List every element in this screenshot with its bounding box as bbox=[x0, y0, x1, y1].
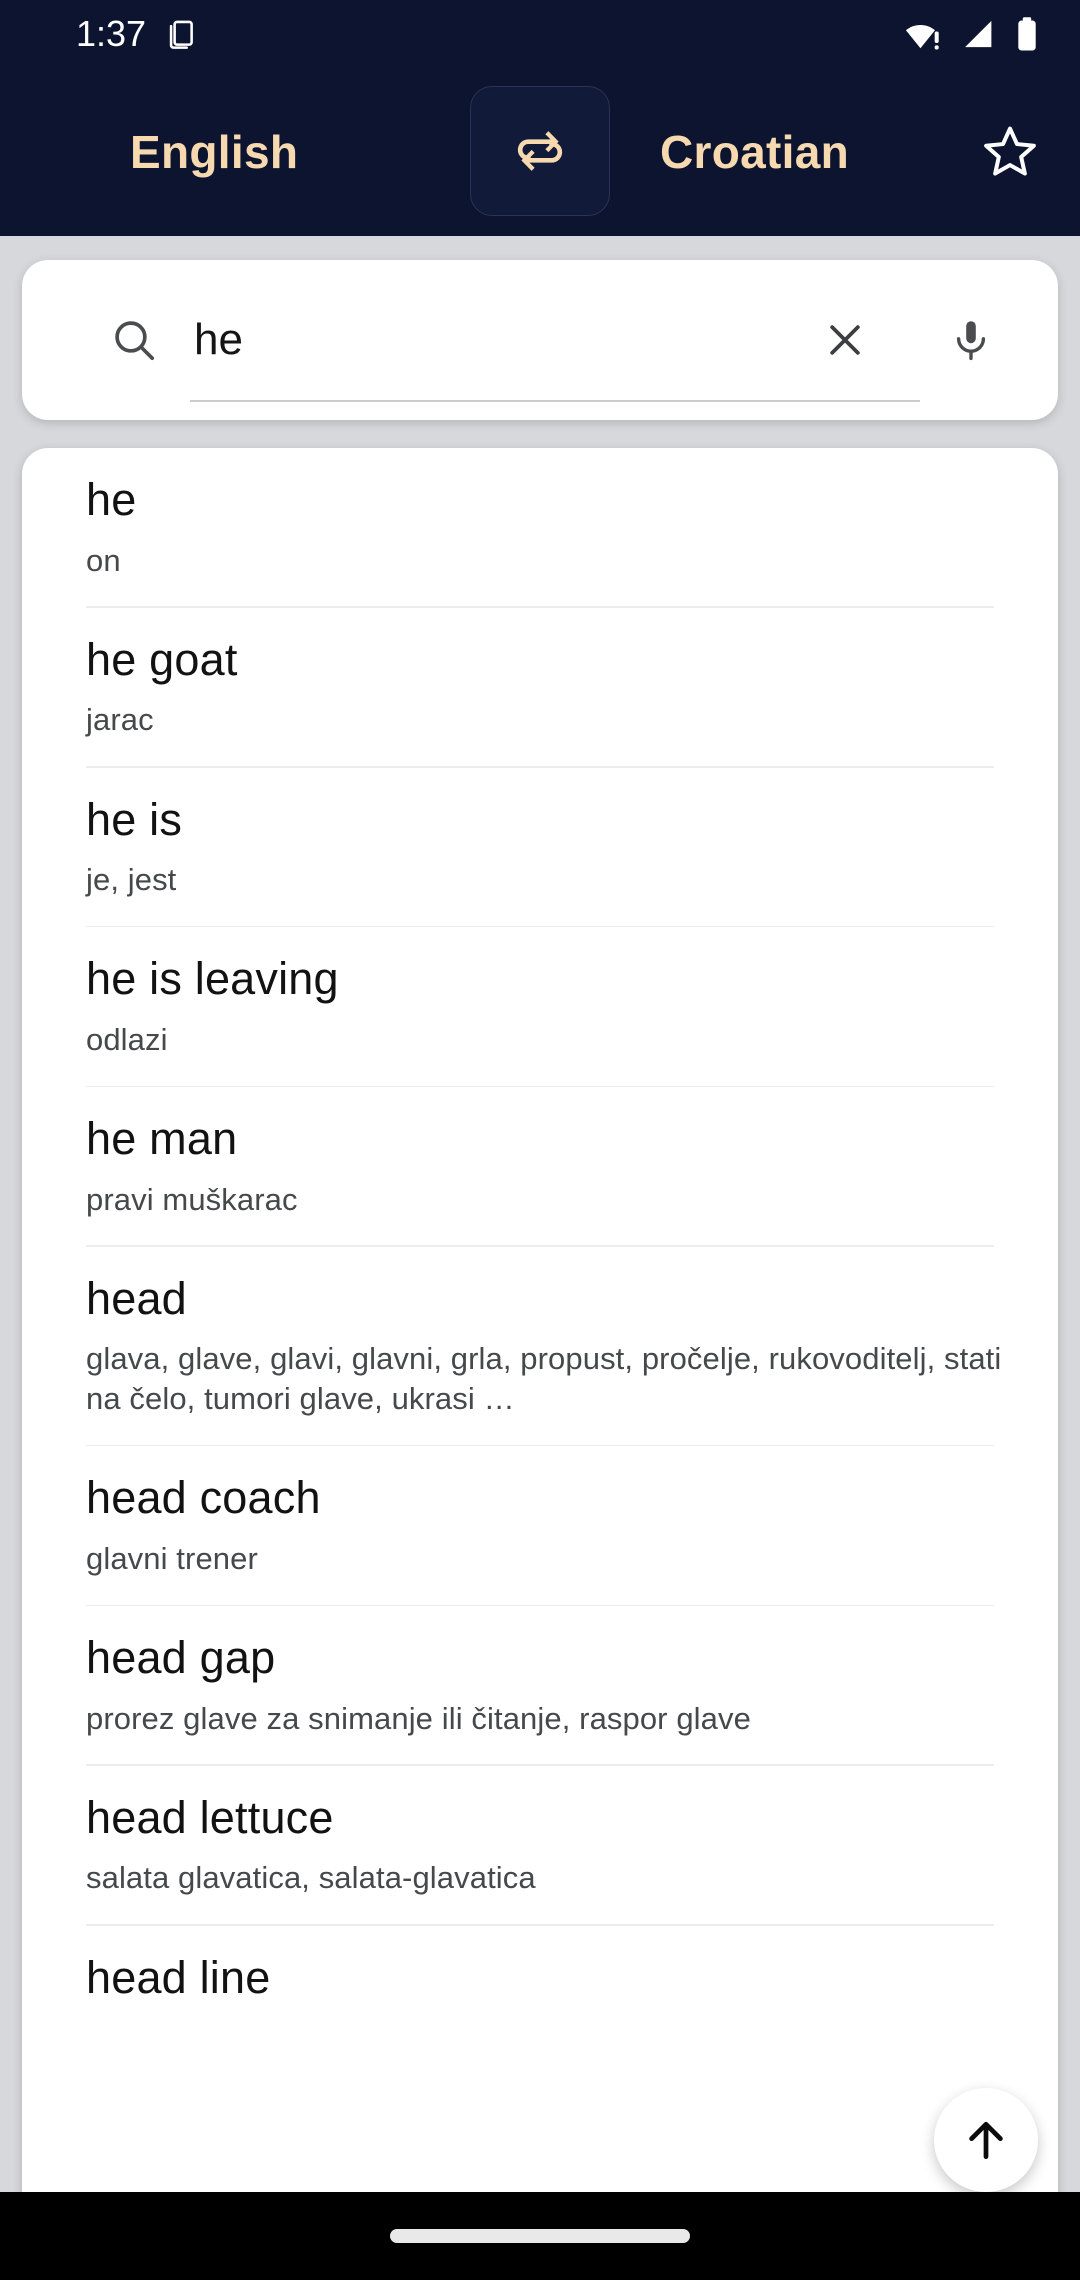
result-definition: jarac bbox=[86, 702, 154, 738]
result-definition: on bbox=[86, 542, 121, 578]
arrow-up-icon bbox=[959, 2113, 1013, 2167]
result-term: head gap bbox=[86, 1632, 276, 1684]
status-bar-clock: 1:37 bbox=[76, 13, 147, 54]
list-item[interactable]: head glava, glave, glavi, glavni, grla, … bbox=[22, 1247, 1058, 1445]
multiwindow-icon bbox=[164, 17, 198, 51]
result-definition: glava, glave, glavi, glavni, grla, propu… bbox=[86, 1341, 1002, 1417]
target-language-label: Croatian bbox=[660, 126, 849, 178]
result-term: head bbox=[86, 1272, 187, 1324]
search-bar[interactable] bbox=[22, 260, 1058, 420]
result-definition: pravi muškarac bbox=[86, 1181, 298, 1217]
result-term: head coach bbox=[86, 1472, 321, 1524]
results-card[interactable]: he on he goat jarac he is je, jest he is… bbox=[22, 448, 1058, 2280]
search-input[interactable] bbox=[194, 260, 834, 420]
result-term: he man bbox=[86, 1113, 238, 1165]
result-definition: salata glavatica, salata-glavatica bbox=[86, 1860, 536, 1896]
result-term: he goat bbox=[86, 633, 238, 685]
list-item[interactable]: he man pravi muškarac bbox=[22, 1087, 1058, 1245]
result-term: he is bbox=[86, 793, 183, 845]
list-item[interactable]: head gap prorez glave za snimanje ili či… bbox=[22, 1606, 1058, 1764]
search-underline bbox=[190, 400, 920, 402]
source-language-button[interactable]: English bbox=[130, 68, 298, 236]
wifi-warning-icon bbox=[900, 17, 944, 51]
status-bar-left: 1:37 bbox=[76, 16, 198, 52]
search-icon bbox=[108, 314, 160, 366]
battery-full-icon bbox=[1014, 16, 1040, 52]
list-item[interactable]: he on bbox=[22, 448, 1058, 606]
microphone-icon bbox=[947, 316, 995, 364]
status-bar: 1:37 bbox=[0, 0, 1080, 68]
scroll-to-top-button[interactable] bbox=[934, 2088, 1038, 2192]
list-item[interactable]: he goat jarac bbox=[22, 608, 1058, 766]
swap-languages-icon bbox=[512, 123, 568, 179]
close-icon bbox=[821, 316, 869, 364]
list-item[interactable]: head coach glavni trener bbox=[22, 1446, 1058, 1604]
page-body: he on he goat jarac he is je, jest he is… bbox=[0, 236, 1080, 2280]
status-bar-right bbox=[900, 16, 1040, 52]
list-item[interactable]: he is je, jest bbox=[22, 768, 1058, 926]
result-definition: prorez glave za snimanje ili čitanje, ra… bbox=[86, 1700, 751, 1736]
result-definition: je, jest bbox=[86, 862, 177, 898]
target-language-button[interactable]: Croatian bbox=[660, 68, 849, 236]
cellular-signal-icon bbox=[960, 17, 998, 51]
result-term: head lettuce bbox=[86, 1791, 334, 1843]
clear-search-button[interactable] bbox=[802, 297, 888, 383]
results-list: he on he goat jarac he is je, jest he is… bbox=[22, 448, 1058, 2028]
phone-screen: 1:37 English Croatian he he on he goat j… bbox=[0, 0, 1080, 2280]
gesture-pill[interactable] bbox=[390, 2229, 690, 2243]
favorites-button[interactable] bbox=[962, 104, 1058, 200]
star-outline-icon bbox=[978, 120, 1042, 184]
voice-search-button[interactable] bbox=[928, 297, 1014, 383]
result-term: head line bbox=[86, 1951, 271, 2003]
system-navigation-bar bbox=[0, 2192, 1080, 2280]
swap-languages-button[interactable] bbox=[470, 86, 610, 216]
list-item[interactable]: head line bbox=[22, 1926, 1058, 2029]
result-definition: glavni trener bbox=[86, 1540, 258, 1576]
app-header: English Croatian bbox=[0, 68, 1080, 236]
list-item[interactable]: head lettuce salata glavatica, salata-gl… bbox=[22, 1766, 1058, 1924]
result-term: he bbox=[86, 474, 137, 525]
result-definition: odlazi bbox=[86, 1021, 168, 1057]
list-item[interactable]: he is leaving odlazi bbox=[22, 927, 1058, 1085]
result-term: he is leaving bbox=[86, 953, 339, 1005]
source-language-label: English bbox=[130, 126, 299, 178]
